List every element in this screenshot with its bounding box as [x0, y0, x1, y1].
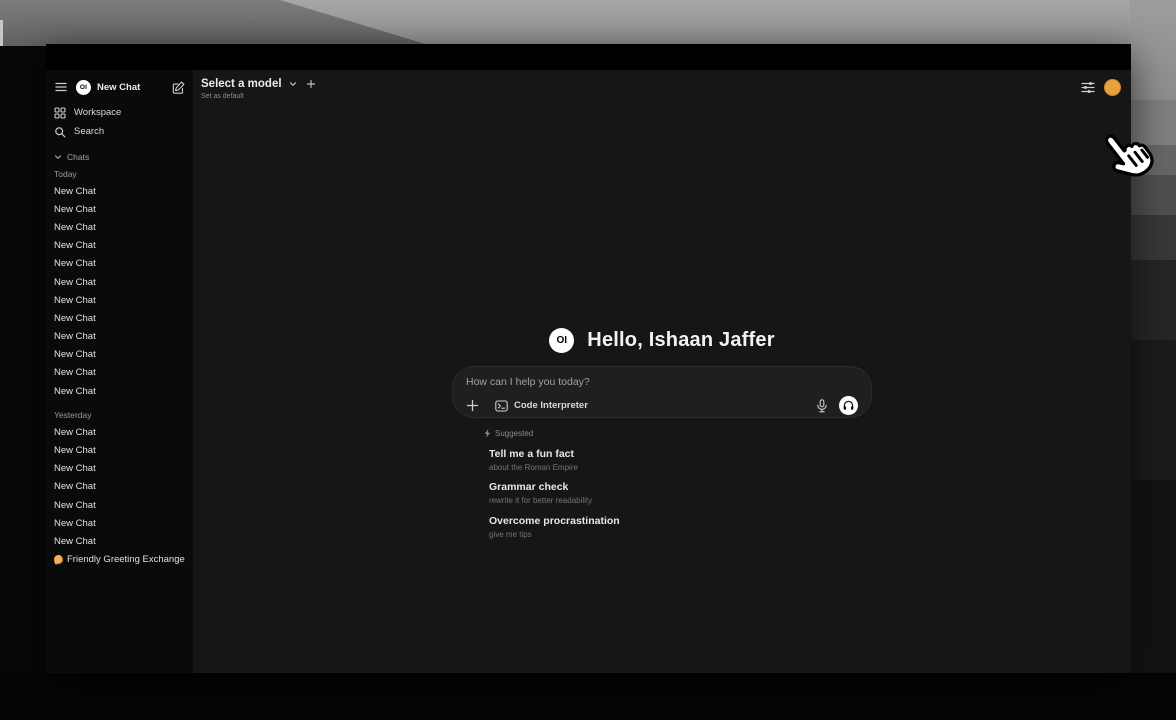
chat-group-label: Yesterday — [54, 407, 185, 423]
app-logo-icon: OI — [76, 80, 91, 95]
chats-section-label: Chats — [67, 152, 89, 162]
suggested-list: Tell me a fun fact about the Roman Empire… — [484, 448, 872, 539]
chat-group-label: Today — [54, 166, 185, 182]
chat-list-item[interactable]: New Chat — [54, 346, 185, 364]
chat-list-item[interactable]: New Chat — [54, 328, 185, 346]
main-topbar: Select a model Set as default — [193, 70, 1131, 114]
headphones-icon — [843, 400, 854, 411]
bolt-icon — [484, 429, 491, 438]
suggested-header: Suggested — [484, 428, 872, 438]
chat-list-item[interactable]: New Chat — [54, 255, 185, 273]
suggestion-title: Overcome procrastination — [489, 515, 872, 528]
sidebar: OI New Chat Workspace Search — [46, 70, 193, 673]
topbar-right-controls — [1081, 79, 1121, 96]
main-area: Select a model Set as default — [193, 70, 1131, 673]
sidebar-item-workspace[interactable]: Workspace — [54, 103, 185, 122]
sidebar-item-label: Search — [74, 126, 104, 137]
chat-list-item[interactable]: New Chat — [54, 291, 185, 309]
window-titlebar — [46, 44, 1131, 70]
sidebar-item-search[interactable]: Search — [54, 122, 185, 141]
chat-list-item[interactable]: New Chat — [54, 218, 185, 236]
chat-list-item[interactable]: New Chat — [54, 182, 185, 200]
chat-list-item[interactable]: New Chat — [54, 273, 185, 291]
attach-plus-icon[interactable] — [466, 399, 479, 412]
set-as-default-link[interactable]: Set as default — [201, 93, 316, 100]
chevron-down-icon — [288, 79, 298, 89]
chat-title: Friendly Greeting Exchange — [67, 554, 185, 565]
chat-list-item[interactable]: New Chat — [54, 237, 185, 255]
model-selector[interactable]: Select a model Set as default — [201, 78, 316, 100]
chat-list-item[interactable]: New Chat — [54, 441, 185, 459]
sidebar-header: OI New Chat — [54, 77, 185, 97]
suggestion-title: Grammar check — [489, 481, 872, 494]
search-icon — [54, 126, 66, 138]
chat-list-item[interactable]: New Chat — [54, 382, 185, 400]
code-interpreter-toggle[interactable]: Code Interpreter — [495, 400, 588, 412]
settings-sliders-icon[interactable] — [1081, 81, 1095, 94]
message-input[interactable] — [466, 376, 858, 388]
composer-toolbar: Code Interpreter — [466, 396, 858, 415]
chat-list-item-friendly-greeting[interactable]: Friendly Greeting Exchange — [54, 551, 185, 569]
microphone-icon[interactable] — [816, 399, 828, 413]
app-logo-icon: OI — [549, 328, 574, 353]
message-composer[interactable]: Code Interpreter — [452, 366, 872, 418]
model-selector-label[interactable]: Select a model — [201, 78, 282, 90]
wallpaper-right-band — [1130, 0, 1176, 720]
user-avatar[interactable] — [1104, 79, 1121, 96]
open-webui-app: OI New Chat Workspace Search — [46, 70, 1131, 673]
chat-list-item[interactable]: New Chat — [54, 478, 185, 496]
chat-list-item[interactable]: New Chat — [54, 532, 185, 550]
suggestion-item[interactable]: Tell me a fun fact about the Roman Empire — [484, 448, 872, 472]
wallpaper-bottom-band — [0, 673, 1176, 720]
greeting-text: Hello, Ishaan Jaffer — [587, 329, 774, 352]
add-model-icon[interactable] — [306, 79, 316, 89]
waving-hand-emoji-icon — [53, 554, 64, 565]
sidebar-toggle-icon[interactable] — [54, 80, 68, 94]
suggestion-subtitle: about the Roman Empire — [489, 463, 872, 472]
suggestion-item[interactable]: Grammar check rewrite it for better reada… — [484, 481, 872, 505]
chat-groups: TodayNew ChatNew ChatNew ChatNew ChatNew… — [54, 166, 185, 551]
chats-section-toggle[interactable]: Chats — [54, 150, 185, 164]
chat-list-item[interactable]: New Chat — [54, 423, 185, 441]
voice-call-button[interactable] — [839, 396, 858, 415]
suggestion-subtitle: give me tips — [489, 530, 872, 539]
chat-list-item[interactable]: New Chat — [54, 309, 185, 327]
chat-list-item[interactable]: New Chat — [54, 496, 185, 514]
suggestion-title: Tell me a fun fact — [489, 448, 872, 461]
suggested-section: Suggested Tell me a fun fact about the Ro… — [452, 428, 872, 539]
chat-list-item[interactable]: New Chat — [54, 514, 185, 532]
chat-list-item[interactable]: New Chat — [54, 364, 185, 382]
sidebar-item-label: Workspace — [74, 107, 121, 118]
greeting: OI Hello, Ishaan Jaffer — [452, 326, 872, 354]
chevron-down-icon — [54, 153, 62, 161]
new-chat-icon[interactable] — [172, 81, 185, 94]
chat-list-item[interactable]: New Chat — [54, 460, 185, 478]
desktop: OI New Chat Workspace Search — [0, 0, 1176, 720]
code-interpreter-label: Code Interpreter — [514, 400, 588, 411]
chat-list-item[interactable]: New Chat — [54, 200, 185, 218]
suggestion-item[interactable]: Overcome procrastination give me tips — [484, 515, 872, 539]
suggested-label: Suggested — [495, 429, 533, 438]
sidebar-brand-label[interactable]: New Chat — [97, 82, 172, 93]
workspace-grid-icon — [54, 107, 66, 119]
terminal-icon — [495, 400, 508, 412]
browser-window: OI New Chat Workspace Search — [46, 44, 1131, 673]
wallpaper-left-sliver — [0, 20, 3, 46]
suggestion-subtitle: rewrite it for better readability — [489, 496, 872, 505]
chat-welcome-column: OI Hello, Ishaan Jaffer — [452, 326, 872, 539]
